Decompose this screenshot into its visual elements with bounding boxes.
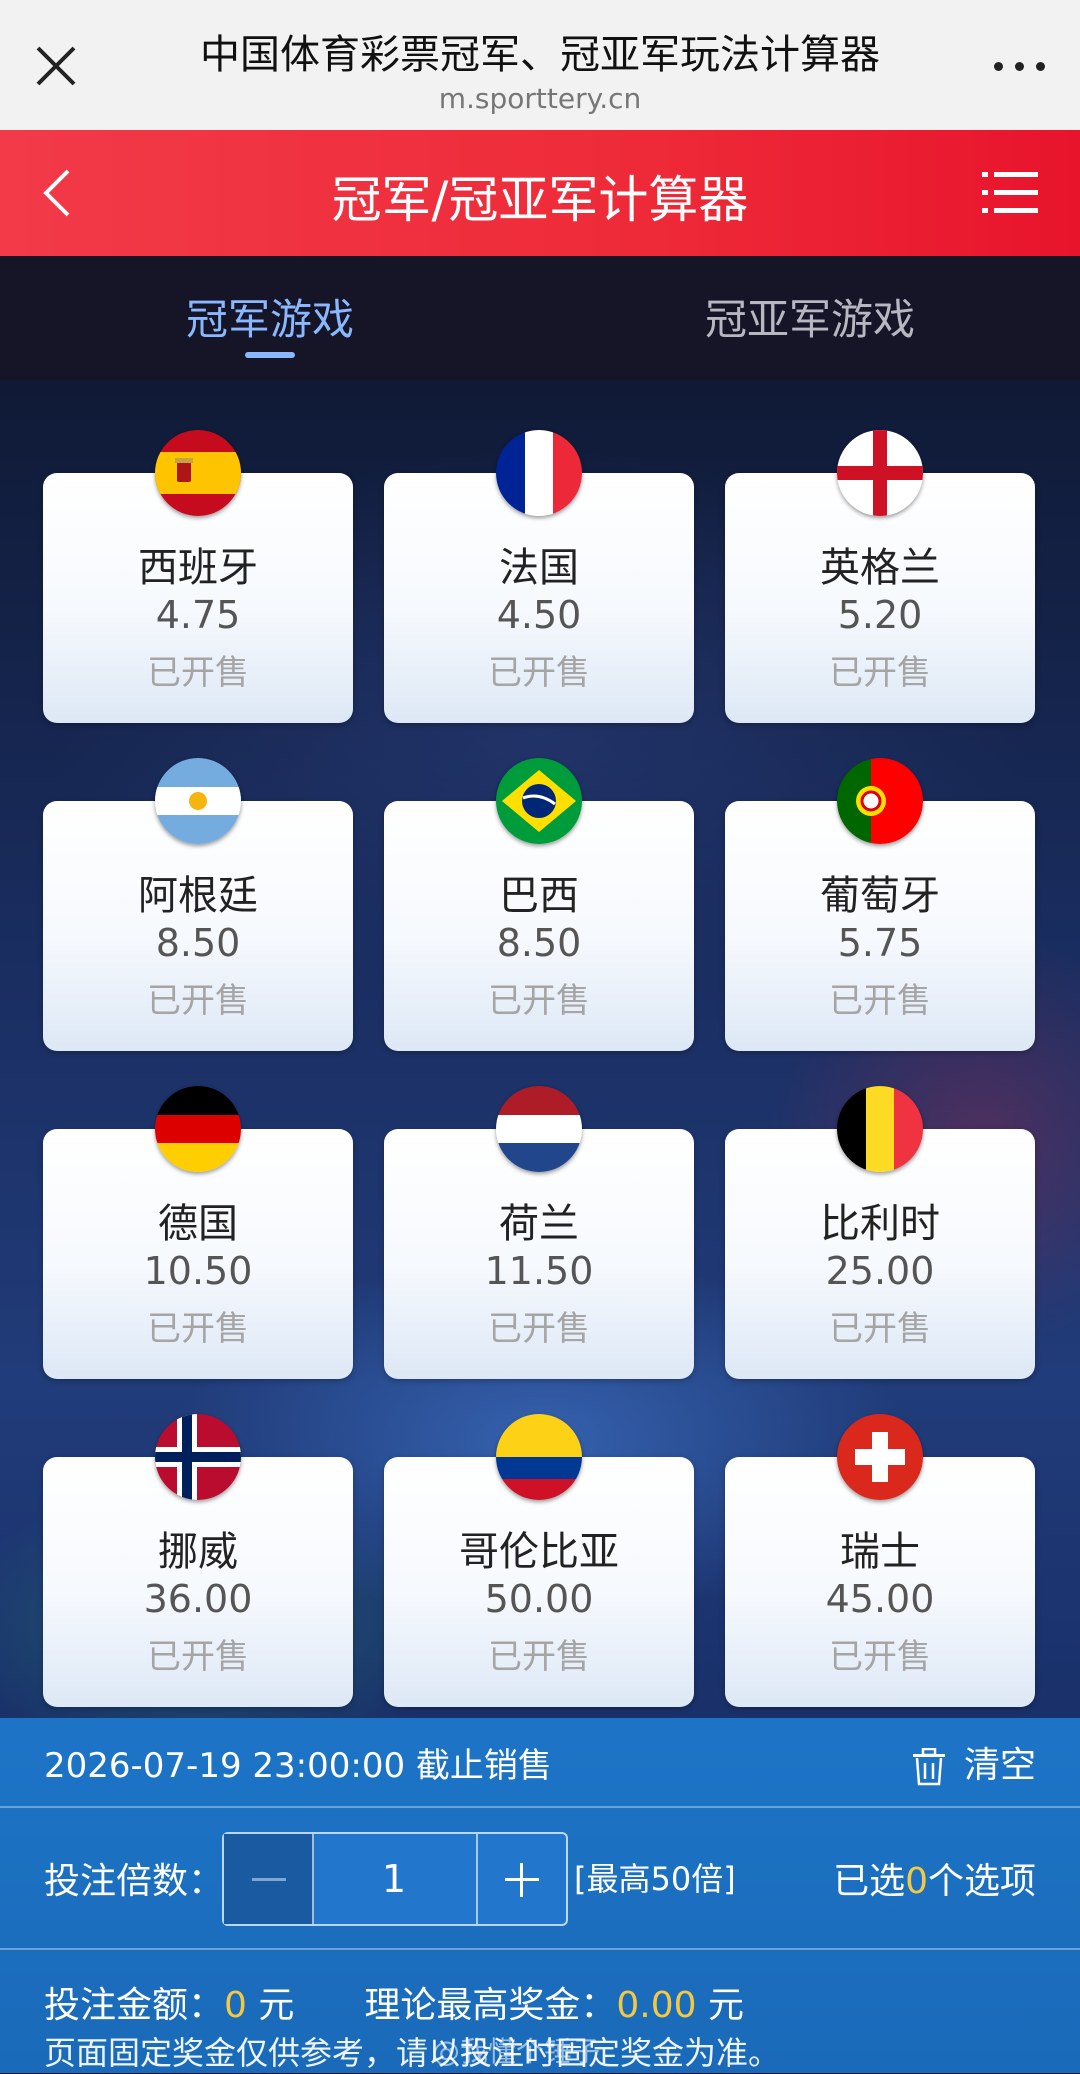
- max-multiplier-hint: [最高50倍]: [574, 1860, 736, 1898]
- team-odds: 11.50: [484, 1249, 594, 1293]
- colombia-flag-icon: [496, 1414, 582, 1500]
- trash-icon: [912, 1748, 945, 1786]
- browser-url: m.sporttery.cn: [438, 82, 642, 115]
- selected-count: 0: [905, 1861, 928, 1902]
- team-status: 已开售: [829, 981, 931, 1021]
- brazil-flag-icon: [496, 758, 582, 844]
- germany-flag-icon: [155, 1086, 241, 1172]
- decrement-button[interactable]: [224, 1834, 314, 1924]
- team-status: 已开售: [488, 653, 590, 693]
- france-flag-icon: [496, 430, 582, 516]
- deadline-row: 2026-07-19 23:00:00 截止销售 清空: [0, 1718, 1080, 1808]
- tab-champion[interactable]: 冠军游戏: [70, 286, 470, 347]
- tab-champion-runnerup[interactable]: 冠亚军游戏: [610, 286, 1010, 347]
- team-odds: 4.50: [496, 593, 582, 637]
- team-name: 阿根廷: [138, 873, 258, 919]
- max-prize-label: 理论最高奖金：: [364, 1985, 617, 2026]
- spain-flag-icon: [155, 430, 241, 516]
- netherlands-flag-icon: [496, 1086, 582, 1172]
- team-odds: 8.50: [496, 921, 582, 965]
- team-odds: 4.75: [155, 593, 241, 637]
- team-odds: 45.00: [825, 1577, 935, 1621]
- multiplier-row: 投注倍数： 1 [最高50倍] 已选0个选项: [0, 1808, 1080, 1950]
- team-odds: 8.50: [155, 921, 241, 965]
- team-odds: 25.00: [825, 1249, 935, 1293]
- team-name: 瑞士: [840, 1529, 920, 1575]
- team-status: 已开售: [829, 1637, 931, 1677]
- team-name: 法国: [499, 545, 579, 591]
- team-odds: 10.50: [143, 1249, 253, 1293]
- browser-titlebar: 中国体育彩票冠军、冠亚军玩法计算器 m.sporttery.cn: [0, 0, 1080, 131]
- bet-panel: 2026-07-19 23:00:00 截止销售 清空 投注倍数： 1 [最高5…: [0, 1718, 1080, 2073]
- team-status: 已开售: [147, 653, 249, 693]
- portugal-flag-icon: [837, 758, 923, 844]
- team-name: 哥伦比亚: [459, 1529, 619, 1575]
- page-header: 冠军/冠亚军计算器: [0, 130, 1080, 256]
- minus-icon: [252, 1878, 286, 1881]
- switzerland-flag-icon: [837, 1414, 923, 1500]
- team-status: 已开售: [147, 981, 249, 1021]
- team-grid: 西班牙 4.75 已开售 法国 4.50 已开售 英格兰 5.20 已开售 阿根…: [0, 380, 1080, 1718]
- team-odds: 5.75: [837, 921, 923, 965]
- belgium-flag-icon: [837, 1086, 923, 1172]
- team-status: 已开售: [488, 1637, 590, 1677]
- active-tab-indicator: [245, 352, 295, 358]
- amount-row: 投注金额：0 元理论最高奖金：0.00 元: [44, 1985, 745, 2026]
- team-odds: 50.00: [484, 1577, 594, 1621]
- clear-button[interactable]: 清空: [912, 1736, 1036, 1788]
- selected-count-text: 已选0个选项: [833, 1861, 1036, 1902]
- max-prize-value: 0.00: [616, 1985, 697, 2026]
- team-name: 西班牙: [138, 545, 258, 591]
- disclaimer-text: 页面固定奖金仅供参考，请以投注时固定奖金为准。: [44, 2034, 781, 2072]
- team-status: 已开售: [829, 653, 931, 693]
- team-status: 已开售: [147, 1309, 249, 1349]
- team-name: 巴西: [499, 873, 579, 919]
- amount-label: 投注金额：: [44, 1985, 225, 2026]
- team-name: 荷兰: [499, 1201, 579, 1247]
- team-name: 英格兰: [820, 545, 940, 591]
- multiplier-input[interactable]: 1: [314, 1834, 474, 1924]
- argentina-flag-icon: [155, 758, 241, 844]
- team-status: 已开售: [147, 1637, 249, 1677]
- team-name: 葡萄牙: [820, 873, 940, 919]
- team-name: 挪威: [158, 1529, 238, 1575]
- team-status: 已开售: [829, 1309, 931, 1349]
- multiplier-label: 投注倍数：: [44, 1861, 225, 1902]
- england-flag-icon: [837, 430, 923, 516]
- multiplier-stepper: 1: [222, 1832, 568, 1926]
- game-tabs: 冠军游戏 冠亚军游戏: [0, 256, 1080, 380]
- amount-value: 0: [224, 1985, 247, 2026]
- browser-title: 中国体育彩票冠军、冠亚军玩法计算器: [200, 32, 880, 78]
- increment-button[interactable]: [476, 1834, 566, 1924]
- more-icon[interactable]: [988, 40, 1052, 90]
- watermark: @我懂个锤子: [432, 2035, 601, 2068]
- team-odds: 36.00: [143, 1577, 253, 1621]
- team-status: 已开售: [488, 981, 590, 1021]
- clear-label: 清空: [963, 1745, 1036, 1786]
- team-status: 已开售: [488, 1309, 590, 1349]
- sale-deadline: 2026-07-19 23:00:00 截止销售: [44, 1746, 552, 1786]
- page-title: 冠军/冠亚军计算器: [331, 171, 749, 229]
- team-odds: 5.20: [837, 593, 923, 637]
- team-name: 比利时: [820, 1201, 940, 1247]
- norway-flag-icon: [155, 1414, 241, 1500]
- menu-list-icon[interactable]: [980, 166, 1040, 220]
- team-name: 德国: [158, 1201, 238, 1247]
